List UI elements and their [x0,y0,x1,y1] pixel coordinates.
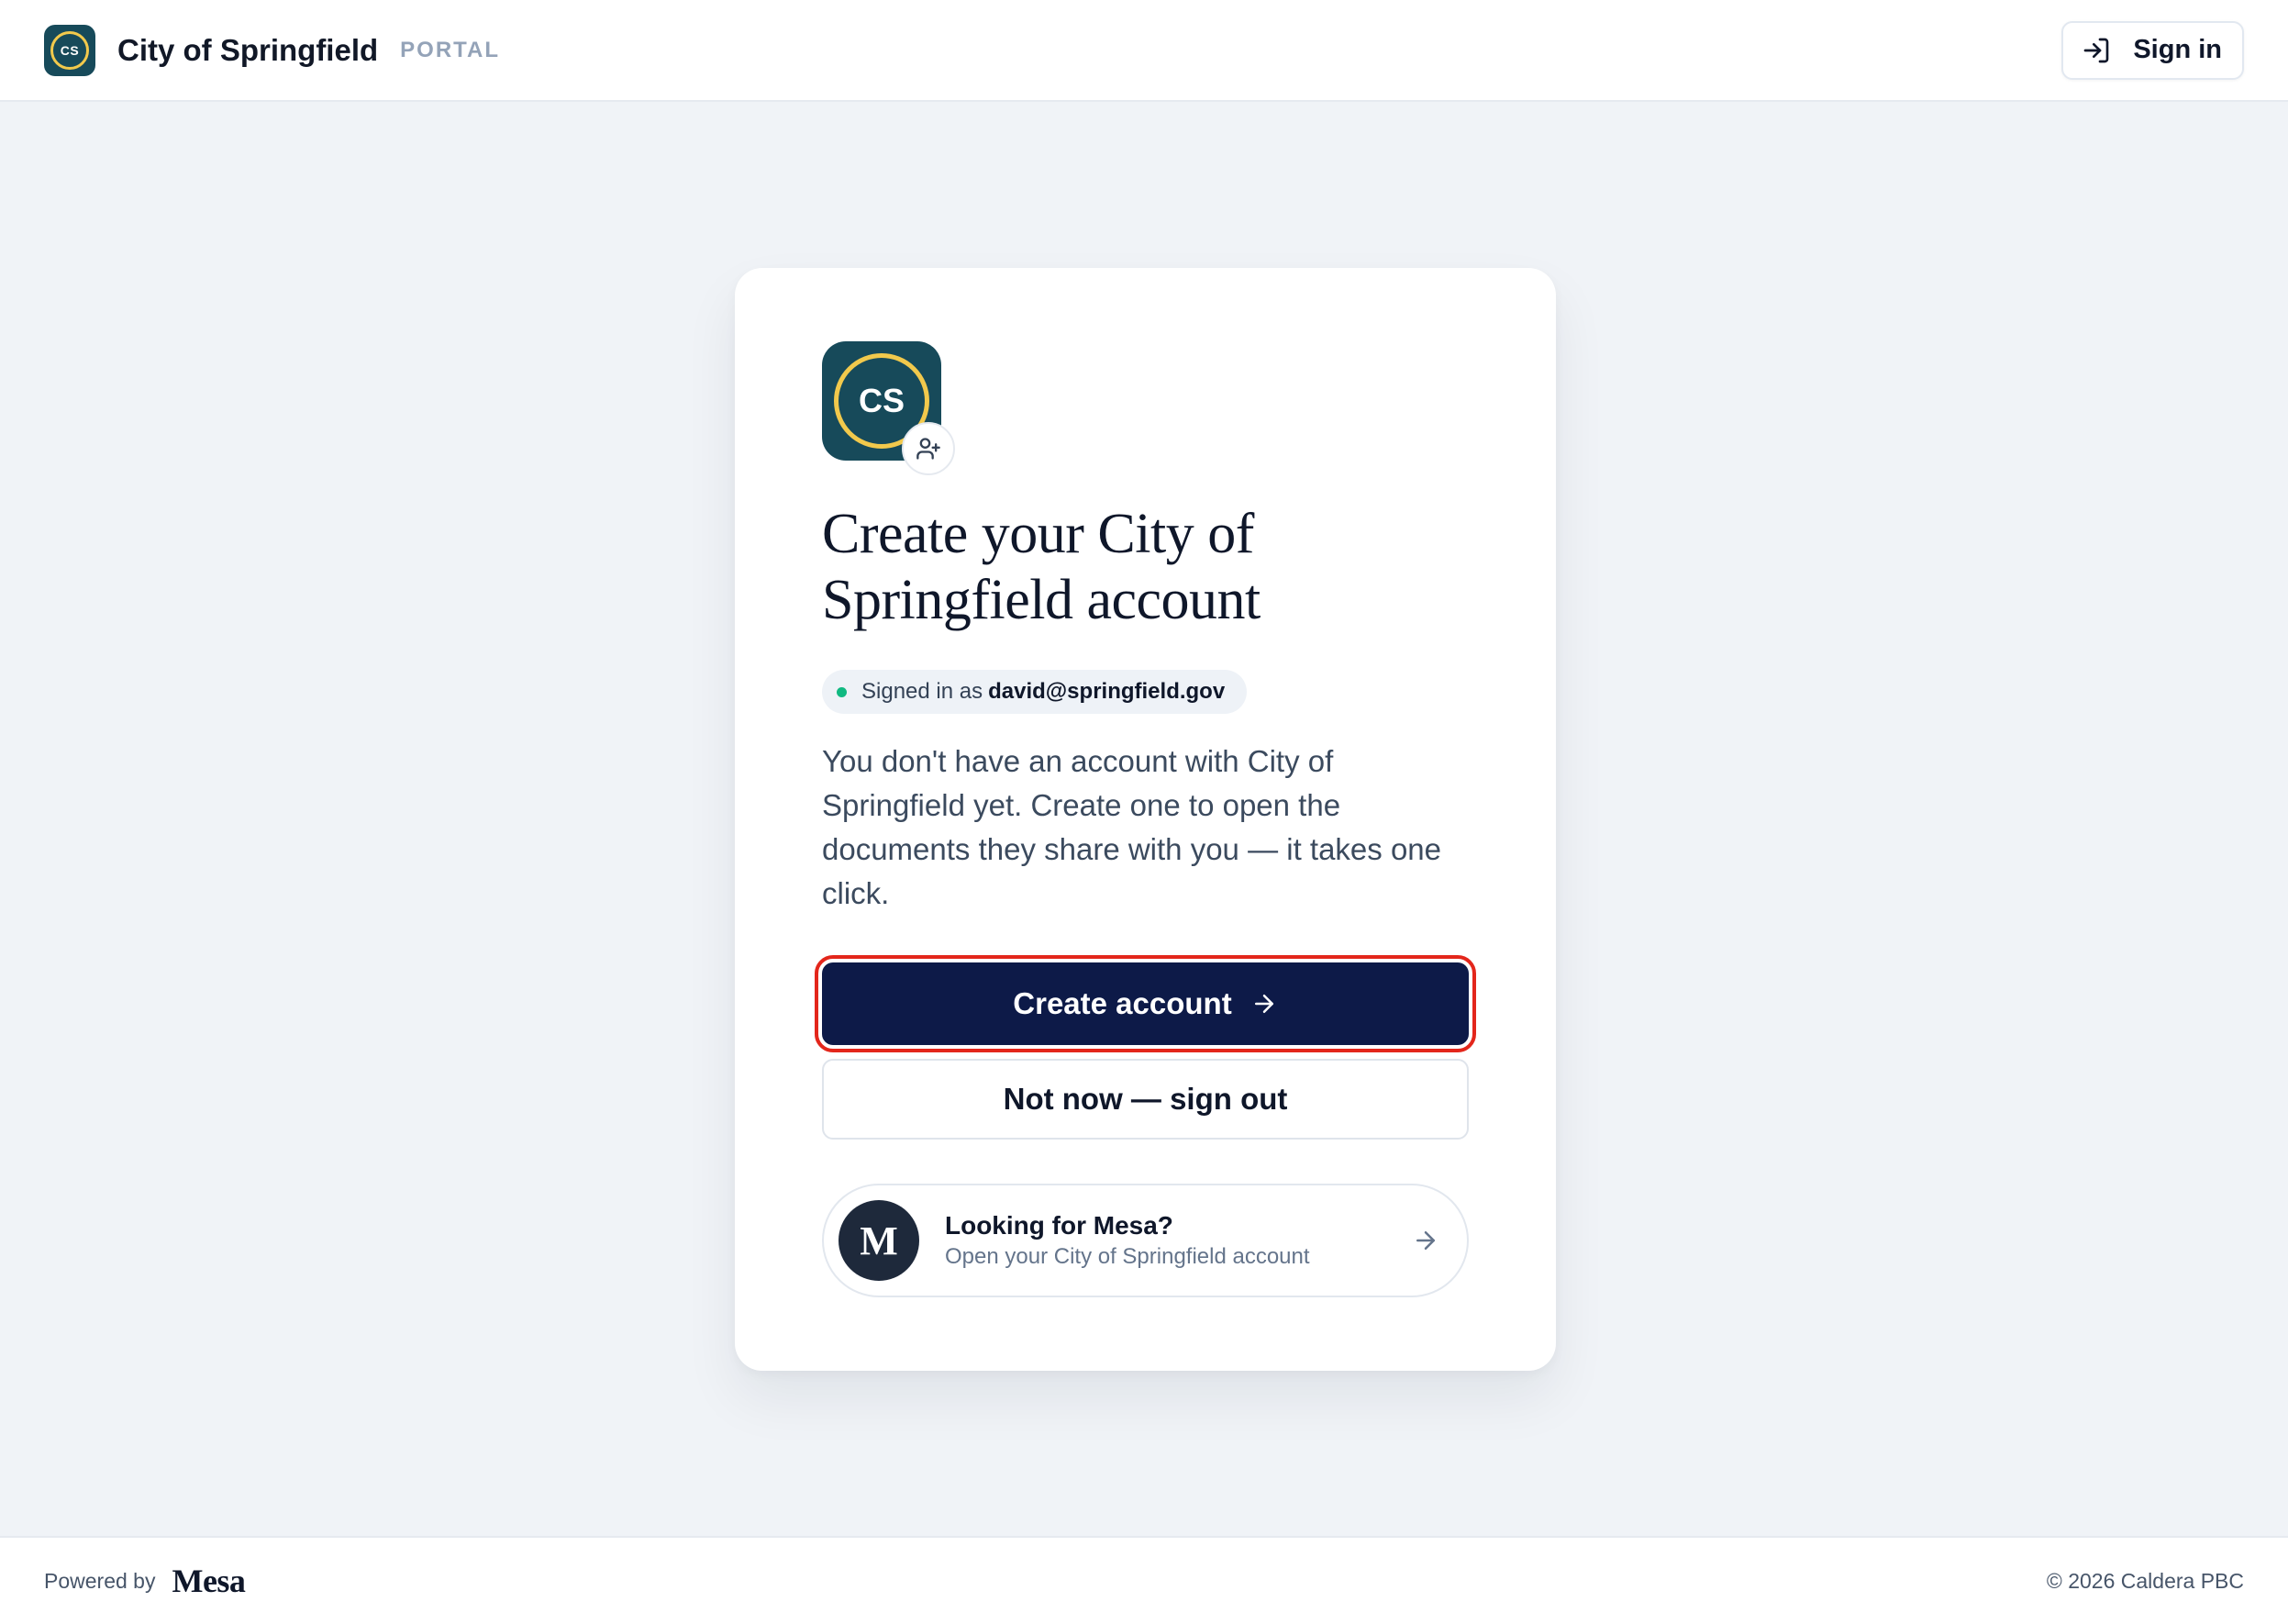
create-account-button[interactable]: Create account [815,955,1476,1052]
create-account-label: Create account [1013,986,1232,1020]
status-dot [837,686,847,697]
mesa-logo[interactable]: Mesa [172,1562,245,1600]
sign-in-label: Sign in [2133,35,2222,64]
site-title: City of Springfield [117,32,379,67]
portal-tag: PORTAL [400,37,501,62]
signed-in-prefix: Signed in as [861,679,983,704]
signed-in-status-badge: Signed in as david@springfield.gov [822,670,1248,714]
account-description: You don't have an account with City of S… [822,744,1442,910]
sign-in-button[interactable]: Sign in [2061,20,2244,80]
mesa-text: Looking for Mesa? Open your City of Spri… [945,1209,1310,1272]
city-logo: CS [44,24,95,76]
mesa-subtitle: Open your City of Springfield account [945,1244,1310,1269]
brand[interactable]: CS City of Springfield PORTAL [44,24,501,76]
heading-line-1: Create your City of [822,503,1254,565]
log-in-icon [2083,38,2109,62]
arrow-right-icon [1254,995,1273,1013]
mesa-avatar: M [839,1200,919,1281]
powered-by-text: Powered by [44,1568,156,1593]
city-logo-initials: CS [50,30,89,70]
sign-out-button[interactable]: Not now — sign out [822,1059,1469,1140]
mesa-link-card[interactable]: M Looking for Mesa? Open your City of Sp… [822,1184,1469,1297]
arrow-right-icon [1416,1231,1435,1250]
top-bar: CS City of Springfield PORTAL Sign in [0,0,2288,102]
user-plus-badge [902,422,955,475]
create-account-card: CS Create your City of Springfield accou… [735,268,1556,1371]
sign-out-label: Not now — sign out [1003,1082,1288,1116]
heading-line-2: Springfield account [822,569,1261,631]
signed-in-email: david@springfield.gov [988,679,1226,704]
page-heading: Create your City of Springfield account [822,501,1483,633]
user-plus-icon [916,438,940,460]
mesa-title: Looking for Mesa? [945,1211,1173,1240]
copyright-text: © 2026 Caldera PBC [2046,1568,2244,1593]
footer: Powered by Mesa © 2026 Caldera PBC [0,1536,2288,1624]
